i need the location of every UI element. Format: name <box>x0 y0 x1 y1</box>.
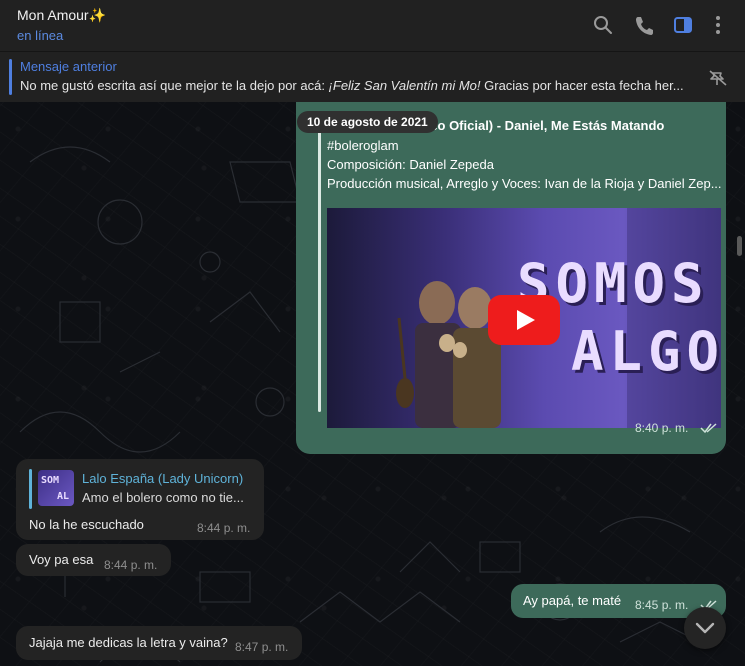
message-time: 8:44 p. m. <box>197 521 251 535</box>
pinned-text: No me gustó escrita así que mejor te la … <box>20 78 685 93</box>
chat-status: en línea <box>17 28 64 43</box>
chevron-down-icon <box>695 622 715 634</box>
incoming-message-reply[interactable]: SOM AL Lalo España (Lady Unicorn) Amo el… <box>16 459 264 540</box>
pinned-message-bar[interactable]: Mensaje anterior No me gustó escrita así… <box>0 51 745 102</box>
pinned-text-prefix: No me gustó escrita así que mejor te la … <box>20 78 329 93</box>
date-separator: 10 de agosto de 2021 <box>297 111 438 133</box>
link-preview-composer: Composición: Daniel Zepeda <box>327 157 494 172</box>
pinned-title: Mensaje anterior <box>20 59 117 74</box>
message-time: 8:44 p. m. <box>104 558 158 572</box>
message-text: Voy pa esa <box>29 552 94 567</box>
sidebar-toggle-icon[interactable] <box>672 14 694 36</box>
message-text: Jajaja me dedicas la letra y vaina? <box>29 635 228 650</box>
outgoing-video-message[interactable]: Somos Algo (Video Oficial) - Daniel, Me … <box>296 102 726 454</box>
message-time: 8:47 p. m. <box>235 640 289 654</box>
reply-preview-text: Amo el bolero como no tie... <box>82 490 244 505</box>
phone-icon[interactable] <box>633 14 655 36</box>
scrollbar[interactable] <box>737 236 742 256</box>
link-preview-hashtag: #boleroglam <box>327 138 399 153</box>
incoming-message[interactable]: Jajaja me dedicas la letra y vaina? 8:47… <box>16 626 302 660</box>
message-text: Ay papá, te maté <box>523 593 622 608</box>
video-message-time: 8:40 p. m. <box>635 421 689 435</box>
reply-accent-bar <box>29 469 32 509</box>
message-text: No la he escuchado <box>29 517 144 532</box>
play-button-icon[interactable] <box>488 295 560 345</box>
search-icon[interactable] <box>592 14 614 36</box>
pinned-text-suffix: Gracias por hacer esta fecha her... <box>480 78 684 93</box>
pinned-text-italic: ¡Feliz San Valentín mi Mo! <box>328 78 481 93</box>
unpin-icon[interactable] <box>707 69 729 87</box>
reply-thumbnail: SOM AL <box>38 470 74 506</box>
thumbnail-word-2: ALGO <box>571 320 721 383</box>
chat-area[interactable]: Somos Algo (Video Oficial) - Daniel, Me … <box>0 102 745 666</box>
scroll-to-bottom-button[interactable] <box>684 607 726 649</box>
reply-thumb-text-top: SOM <box>41 475 60 486</box>
link-preview-bar <box>318 116 321 412</box>
more-vertical-icon[interactable] <box>707 14 729 36</box>
reply-author[interactable]: Lalo España (Lady Unicorn) <box>82 471 243 486</box>
video-thumbnail[interactable]: SOMOS ALGO <box>327 208 721 428</box>
read-checks-icon <box>700 423 717 434</box>
chat-title[interactable]: Mon Amour✨ <box>17 7 106 24</box>
link-preview-production: Producción musical, Arreglo y Voces: Iva… <box>327 176 722 191</box>
incoming-message[interactable]: Voy pa esa 8:44 p. m. <box>16 544 171 576</box>
chat-header: Mon Amour✨ en línea <box>0 0 745 51</box>
reply-thumb-text-bottom: AL <box>57 491 70 502</box>
pinned-accent-bar <box>9 59 12 95</box>
message-time: 8:45 p. m. <box>635 598 689 612</box>
